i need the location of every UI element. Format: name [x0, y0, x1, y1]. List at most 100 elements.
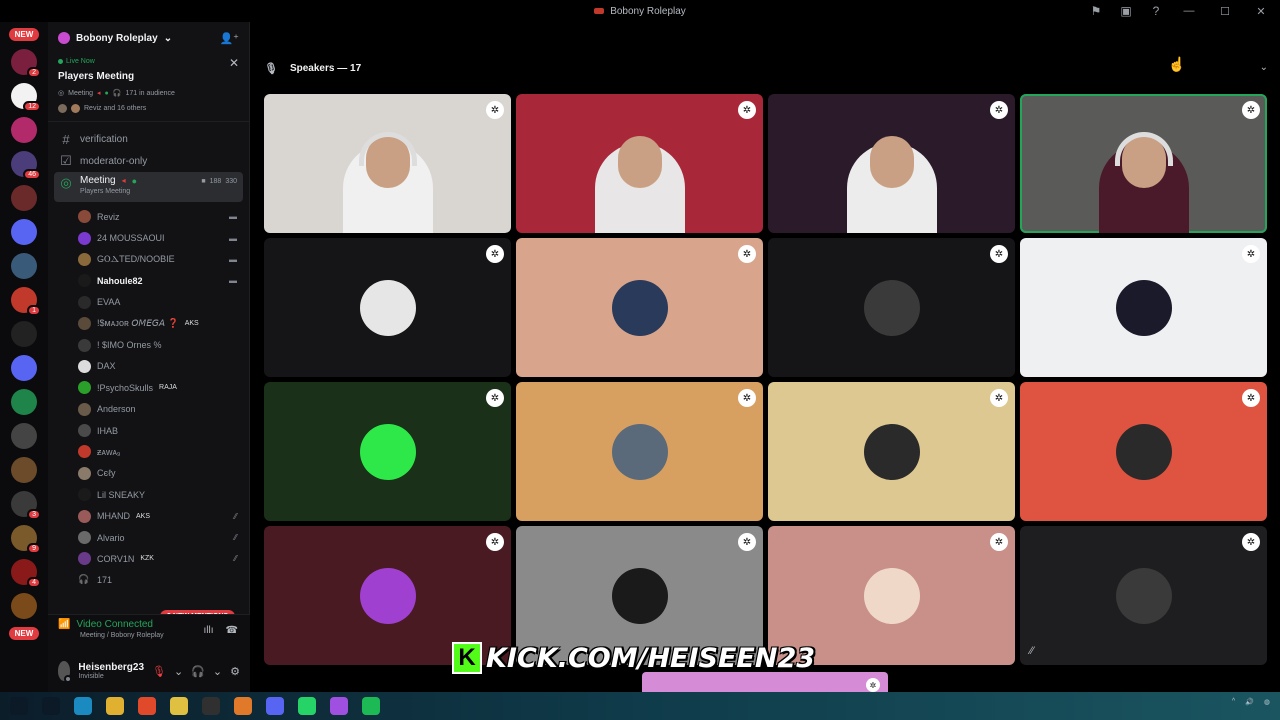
edge-taskbar-icon[interactable]	[74, 697, 92, 715]
pin-icon[interactable]: ✲	[1242, 389, 1260, 407]
voice-user[interactable]: Alvario ⁄⁄	[48, 527, 249, 548]
speaker-tile[interactable]: ✲	[1020, 238, 1267, 377]
close-window-button[interactable]: ✕	[1250, 3, 1272, 19]
speaker-tile[interactable]: ✲	[516, 382, 763, 521]
voice-user[interactable]: Cєℓу	[48, 463, 249, 484]
discord-taskbar-icon[interactable]	[266, 697, 284, 715]
pin-icon[interactable]: ✲	[738, 533, 756, 551]
server-icon[interactable]	[11, 253, 37, 279]
server-icon[interactable]	[11, 321, 37, 347]
server-icon[interactable]: 9	[11, 525, 41, 554]
notepad-taskbar-icon[interactable]	[170, 697, 188, 715]
speaker-tile[interactable]: ✲	[516, 94, 763, 233]
gear-icon[interactable]: ⚙	[230, 665, 240, 678]
pin-icon[interactable]: ✲	[486, 245, 504, 263]
pin-icon[interactable]: ✲	[486, 533, 504, 551]
server-icon[interactable]	[11, 185, 37, 211]
server-icon[interactable]: 1	[11, 287, 41, 316]
disconnect-icon[interactable]: ☎	[226, 625, 238, 636]
start-taskbar-icon[interactable]	[10, 697, 28, 715]
invite-icon[interactable]: 👤⁺	[219, 32, 239, 45]
voice-user[interactable]: ! $IMO Ornes %	[48, 334, 249, 355]
voice-user[interactable]: DAX	[48, 356, 249, 377]
channel-meeting[interactable]: ◎ Meeting ◂ ● Players Meeting ■ 188 330	[54, 172, 243, 202]
voice-user[interactable]: GⲞⲆTED/NOOBIE ▬	[48, 249, 249, 270]
speaker-tile[interactable]: ✲	[768, 382, 1015, 521]
spotify-taskbar-icon[interactable]	[362, 697, 380, 715]
pin-icon[interactable]: ✲	[738, 101, 756, 119]
voice-user[interactable]: EVAA	[48, 292, 249, 313]
files-taskbar-icon[interactable]	[106, 697, 124, 715]
more-listeners[interactable]: 🎧 171	[48, 570, 249, 591]
server-icon[interactable]	[11, 389, 37, 415]
voice-user[interactable]: Nahoule82 ▬	[48, 270, 249, 291]
mic-muted-icon[interactable]: 🎙	[152, 665, 166, 678]
voice-user[interactable]: Anderson	[48, 399, 249, 420]
ableton-taskbar-icon[interactable]	[234, 697, 252, 715]
avatar[interactable]	[58, 661, 73, 683]
server-icon[interactable]	[11, 117, 37, 143]
pin-icon[interactable]: ✲	[1242, 533, 1260, 551]
server-icon[interactable]: 2	[11, 49, 41, 78]
channel-moderator-only[interactable]: ☑ moderator-only	[48, 150, 249, 172]
speaker-tile[interactable]: ✲ ⁄⁄	[1020, 526, 1267, 665]
server-icon[interactable]: 12	[11, 83, 41, 112]
maximize-button[interactable]: ☐	[1214, 3, 1236, 19]
voice-user[interactable]: !PsychoSkulls RAJA	[48, 377, 249, 398]
chevron-down-icon[interactable]: ⌄	[174, 665, 183, 678]
headphones-icon[interactable]: 🎧	[191, 665, 205, 678]
pin-icon[interactable]: ✲	[1242, 245, 1260, 263]
brave-taskbar-icon[interactable]	[138, 697, 156, 715]
speaker-tile[interactable]: ✲	[768, 94, 1015, 233]
voice-user[interactable]: MHAND AKS ⁄⁄	[48, 505, 249, 526]
minimize-button[interactable]: —	[1178, 3, 1200, 19]
voice-user[interactable]: IHAB	[48, 420, 249, 441]
network-icon[interactable]: ◍	[1264, 698, 1270, 706]
pin-icon[interactable]: ✲	[486, 389, 504, 407]
pin-icon[interactable]: ✲	[990, 101, 1008, 119]
volume-icon[interactable]: 🔊	[1245, 698, 1254, 706]
speaker-tile[interactable]: ✲	[1020, 382, 1267, 521]
pin-icon[interactable]: ✲	[1242, 101, 1260, 119]
voice-connected-label[interactable]: Video Connected	[76, 619, 153, 630]
pin-icon[interactable]: ✲	[990, 389, 1008, 407]
server-icon[interactable]: 46	[11, 151, 41, 180]
chevron-down-icon[interactable]: ⌄	[1260, 62, 1268, 73]
pin-icon[interactable]: ✲	[990, 245, 1008, 263]
chevron-up-icon[interactable]: ^	[1232, 698, 1235, 706]
server-icon[interactable]	[11, 457, 37, 483]
voice-user[interactable]: Reviz ▬	[48, 206, 249, 227]
pin-icon[interactable]: ✲	[866, 678, 880, 692]
server-icon[interactable]	[11, 423, 37, 449]
system-tray[interactable]: ^ 🔊 ◍	[1232, 698, 1270, 706]
server-icon[interactable]	[11, 593, 37, 619]
messenger-taskbar-icon[interactable]	[330, 697, 348, 715]
speaker-tile[interactable]: ✲	[264, 238, 511, 377]
speaker-tile[interactable]: ✲	[768, 238, 1015, 377]
speaker-tile[interactable]: ✲	[516, 238, 763, 377]
voice-user[interactable]: !$ᴍᴀᴊᴏʀ 𝘖𝘔𝘌𝘎𝘈 ❓ AKS	[48, 313, 249, 334]
voice-user[interactable]: ƶᴀᴡᴀ₉	[48, 441, 249, 462]
voice-user[interactable]: 24 MOUSSAOUI ▬	[48, 227, 249, 248]
channel-verification[interactable]: # verification	[48, 128, 249, 150]
server-icon[interactable]: 4	[11, 559, 41, 588]
screen-icon[interactable]: ▣	[1118, 3, 1134, 19]
pin-icon[interactable]: ✲	[738, 245, 756, 263]
whatsapp-taskbar-icon[interactable]	[298, 697, 316, 715]
soundboard-icon[interactable]: ıllı	[204, 625, 214, 636]
voice-user[interactable]: Lil SNEAKY	[48, 484, 249, 505]
server-icon[interactable]: 3	[11, 491, 41, 520]
close-icon[interactable]: ✕	[229, 56, 239, 70]
pin-icon[interactable]: ✲	[738, 389, 756, 407]
speaker-tile[interactable]: ✲	[264, 382, 511, 521]
server-header[interactable]: Bobony Roleplay ⌄ 👤⁺	[48, 22, 249, 54]
server-icon[interactable]	[11, 355, 37, 381]
server-name[interactable]: Bobony Roleplay	[76, 33, 158, 44]
voice-user[interactable]: CORV1N KZK ⁄⁄	[48, 548, 249, 569]
pin-icon[interactable]: ✲	[486, 101, 504, 119]
server-icon[interactable]	[11, 219, 37, 245]
pin-icon[interactable]: ✲	[990, 533, 1008, 551]
chevron-down-icon[interactable]: ⌄	[164, 33, 172, 44]
help-icon[interactable]: ?	[1148, 3, 1164, 19]
speaker-tile[interactable]: ✲	[264, 94, 511, 233]
